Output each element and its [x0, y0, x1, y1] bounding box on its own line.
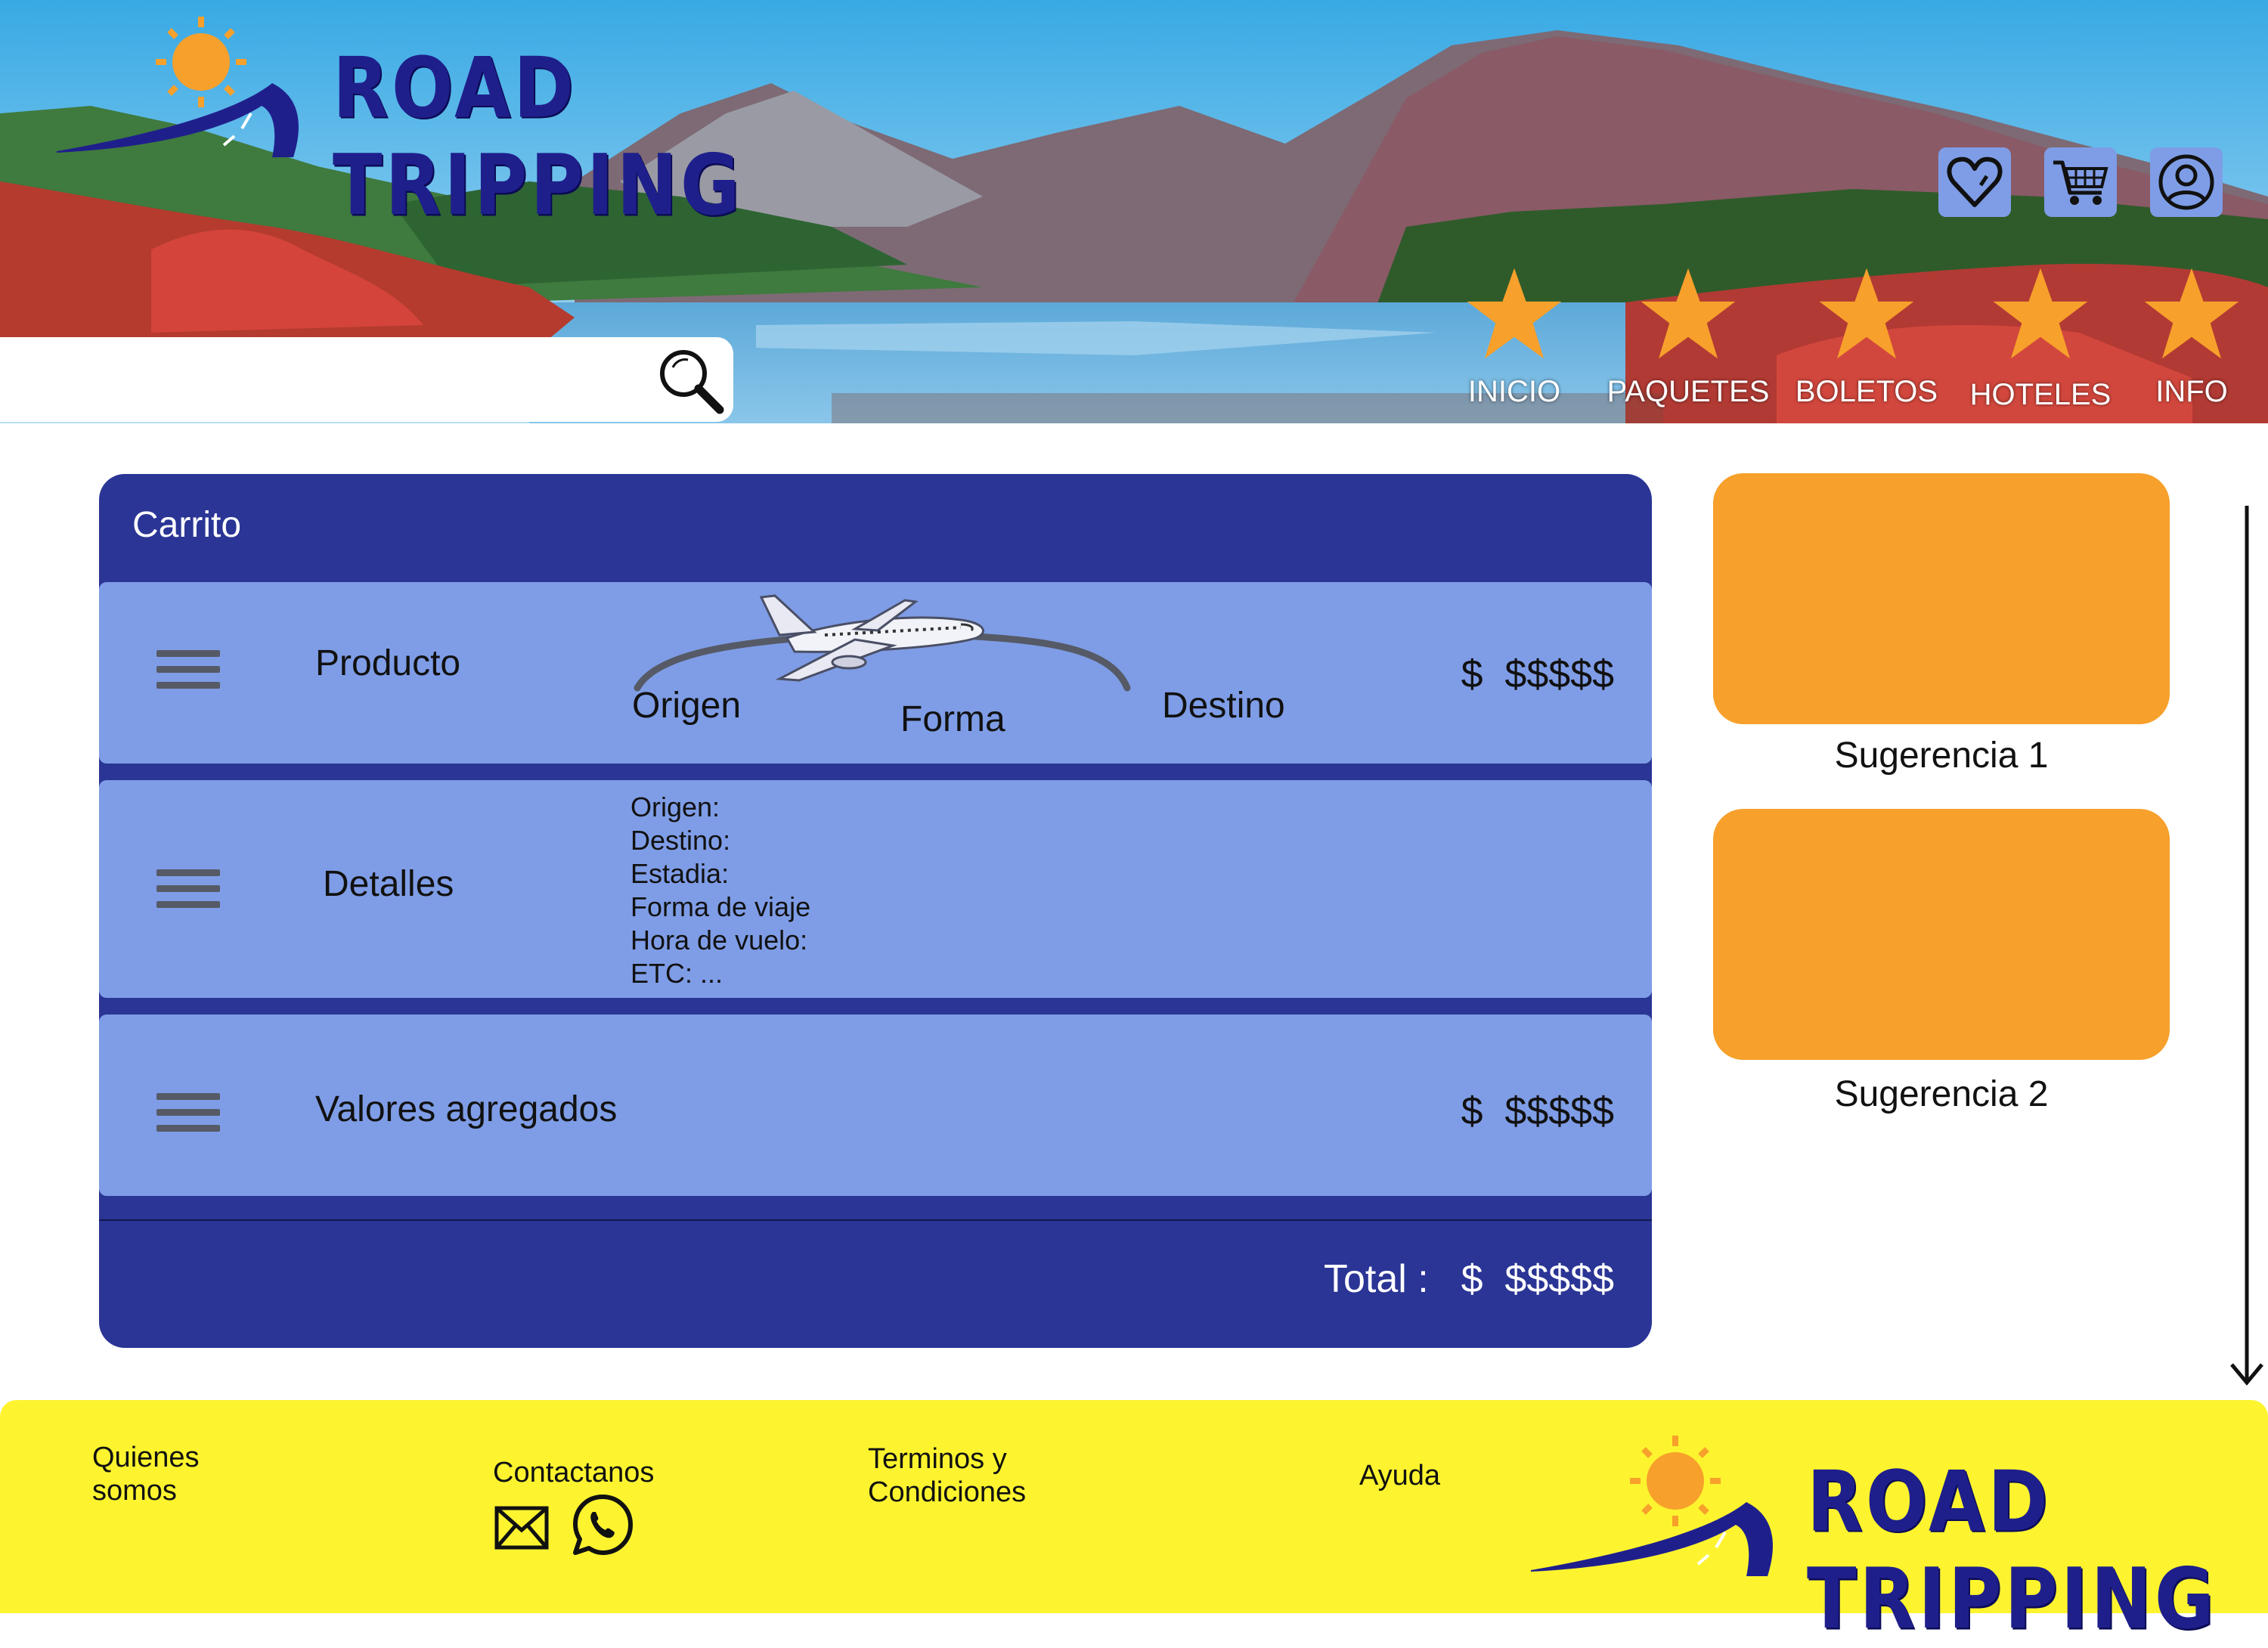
footer: Quienes somos Contactanos Terminos y Con…: [0, 1400, 2268, 1648]
cart-row-product: Producto Origen Forma Destino $ $$$$$: [99, 582, 1652, 764]
brand-name: ROAD TRIPPING: [333, 39, 743, 234]
footer-help-link[interactable]: Ayuda: [1359, 1459, 1440, 1492]
drag-handle-icon[interactable]: [156, 1093, 220, 1141]
total-value: $ $$$$$: [1461, 1257, 1614, 1301]
nav-boletos-label: BOLETOS: [1795, 375, 1938, 408]
details-list: Origen: Destino: Estadia: Forma de viaje…: [631, 791, 810, 990]
route-arc: [634, 594, 1131, 692]
search-input[interactable]: [20, 354, 627, 405]
header-banner: ROAD TRIPPING INICIO PAQUETES BOLETOS HO…: [0, 0, 2268, 423]
whatsapp-icon[interactable]: [572, 1494, 634, 1556]
product-label: Producto: [315, 643, 461, 683]
star-icon: [1819, 268, 1914, 359]
footer-terms-link[interactable]: Terminos y Condiciones: [868, 1442, 1026, 1509]
suggestion-label-1: Sugerencia 1: [1834, 736, 2049, 776]
mode-label: Forma: [900, 699, 1005, 739]
heart-icon: [1947, 156, 2003, 207]
star-icon: [1641, 268, 1736, 359]
account-button[interactable]: [2150, 147, 2223, 217]
extras-label: Valores agregados: [315, 1089, 618, 1129]
nav-info[interactable]: INFO: [2127, 266, 2256, 410]
footer-brand-logo[interactable]: ROAD TRIPPING: [1527, 1430, 2253, 1648]
footer-about-link[interactable]: Quienes somos: [92, 1441, 200, 1507]
sun-road-icon: [57, 17, 299, 157]
nav-inicio[interactable]: INICIO: [1450, 266, 1579, 410]
drag-handle-icon[interactable]: [156, 869, 220, 917]
favorites-button[interactable]: [1938, 147, 2011, 217]
cart-panel: Carrito Producto Origen Forma Destino $ …: [99, 474, 1652, 1348]
sun-road-icon: [1531, 1436, 1773, 1576]
detail-line: Forma de viaje: [631, 891, 811, 922]
details-label: Detalles: [323, 864, 454, 904]
detail-line: Hora de vuelo:: [631, 925, 808, 956]
mail-icon[interactable]: [494, 1506, 549, 1551]
nav-paquetes[interactable]: PAQUETES: [1607, 266, 1769, 410]
scroll-down-icon[interactable]: [2230, 503, 2263, 1387]
nav-info-label: INFO: [2155, 375, 2228, 408]
cart-icon: [2053, 160, 2108, 205]
footer-brand-name: ROAD TRIPPING: [1807, 1453, 2217, 1648]
extras-price: $ $$$$$: [1461, 1089, 1614, 1133]
detail-line: Destino:: [631, 825, 731, 856]
origin-label: Origen: [632, 686, 742, 726]
brand-logo[interactable]: ROAD TRIPPING: [53, 15, 748, 234]
cart-button[interactable]: [2044, 147, 2117, 217]
search-icon[interactable]: [655, 345, 727, 417]
drag-handle-icon[interactable]: [156, 650, 220, 698]
search-bar: [0, 337, 733, 422]
destination-label: Destino: [1162, 686, 1285, 726]
nav-boletos[interactable]: BOLETOS: [1796, 266, 1938, 410]
footer-contact-link[interactable]: Contactanos: [493, 1456, 654, 1489]
cart-divider: [99, 1219, 1652, 1221]
star-icon: [2144, 268, 2239, 359]
total-label: Total :: [1324, 1257, 1429, 1301]
user-icon: [2158, 154, 2214, 210]
nav-paquetes-label: PAQUETES: [1606, 375, 1770, 408]
cart-row-details: Detalles Origen: Destino: Estadia: Forma…: [99, 780, 1652, 998]
detail-line: Origen:: [631, 791, 720, 822]
suggestion-label-2: Sugerencia 2: [1834, 1074, 2049, 1114]
airplane-icon: [759, 594, 984, 682]
detail-line: ETC: ...: [631, 958, 723, 989]
nav-hoteles[interactable]: HOTELES: [1970, 266, 2111, 411]
star-icon: [1467, 268, 1562, 359]
product-price: $ $$$$$: [1461, 652, 1614, 696]
detail-line: Estadia:: [631, 858, 730, 889]
nav-inicio-label: INICIO: [1467, 375, 1561, 408]
cart-row-extras: Valores agregados $ $$$$$: [99, 1015, 1652, 1196]
cart-title: Carrito: [132, 505, 242, 545]
suggestion-card-2[interactable]: [1713, 809, 2170, 1060]
star-icon: [1993, 268, 2088, 359]
suggestion-card-1[interactable]: [1713, 473, 2170, 724]
